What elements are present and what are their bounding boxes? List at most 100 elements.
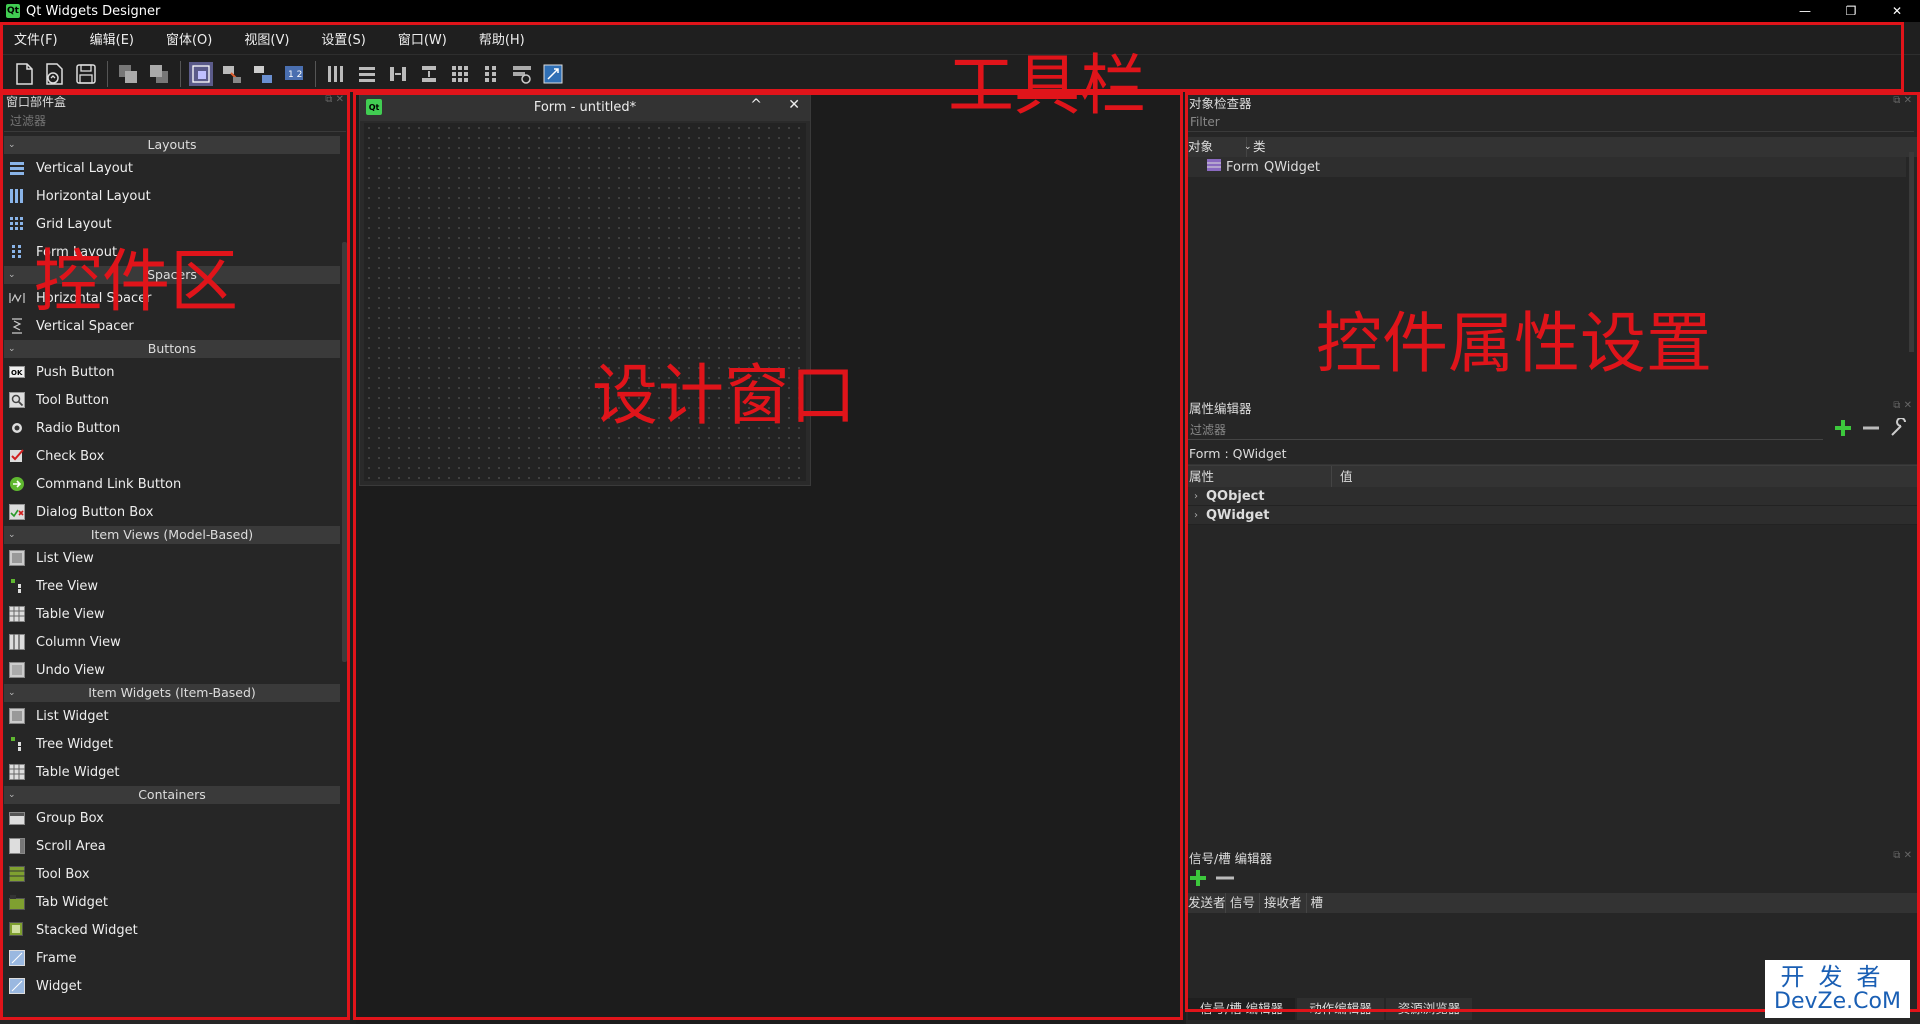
column-slot[interactable]: 槽 [1307, 893, 1328, 913]
widget-group-box[interactable]: Group Box [4, 804, 340, 832]
property-filter-input[interactable]: 过滤器 [1188, 420, 1823, 440]
dock-float-close-icon[interactable]: ⧉ ✕ [1893, 850, 1912, 861]
dialog-button-box-icon [8, 503, 26, 521]
widget-tool-box[interactable]: Tool Box [4, 860, 340, 888]
widget-frame[interactable]: Frame [4, 944, 340, 972]
category-label: Containers [138, 787, 206, 802]
widget-widget[interactable]: Widget [4, 972, 340, 1000]
chevron-down-icon: ⌄ [8, 530, 16, 540]
dock-float-close-icon[interactable]: ⧉ ✕ [1893, 400, 1912, 411]
tab-signal-slot-editor[interactable]: 信号/槽 编辑器 [1188, 998, 1296, 1020]
widget-undo-view[interactable]: Undo View [4, 656, 340, 684]
widget-check-box[interactable]: Check Box [4, 442, 340, 470]
open-form-icon[interactable] [43, 62, 67, 86]
category-spacers[interactable]: ⌄ Spacers [4, 266, 340, 284]
category-item-views[interactable]: ⌄ Item Views (Model-Based) [4, 526, 340, 544]
layout-horizontal-splitter-icon[interactable] [386, 62, 410, 86]
widget-command-link-button[interactable]: Command Link Button [4, 470, 340, 498]
menu-form[interactable]: 窗体(O) [166, 29, 212, 48]
widget-list-widget[interactable]: List Widget [4, 702, 340, 730]
layout-vertical-splitter-icon[interactable] [417, 62, 441, 86]
widget-push-button[interactable]: OK Push Button [4, 358, 340, 386]
remove-connection-icon[interactable] [1214, 868, 1236, 892]
column-value[interactable]: 值 [1332, 466, 1353, 487]
menu-bar: 文件(F) 编辑(E) 窗体(O) 视图(V) 设置(S) 窗口(W) 帮助(H… [0, 22, 1920, 54]
widget-grid-layout[interactable]: Grid Layout [4, 210, 340, 238]
maximize-button[interactable]: ❐ [1828, 0, 1874, 22]
form-canvas[interactable] [364, 123, 806, 481]
category-buttons[interactable]: ⌄ Buttons [4, 340, 340, 358]
widget-vertical-layout[interactable]: Vertical Layout [4, 154, 340, 182]
layout-grid-icon[interactable] [448, 62, 472, 86]
add-connection-icon[interactable] [1188, 868, 1208, 892]
widget-horizontal-layout[interactable]: Horizontal Layout [4, 182, 340, 210]
column-receiver[interactable]: 接收者 [1260, 893, 1307, 913]
edit-tab-order-icon[interactable]: 1 2 [282, 62, 306, 86]
category-layouts[interactable]: ⌄ Layouts [4, 136, 340, 154]
remove-property-icon[interactable] [1861, 418, 1881, 442]
property-group-qwidget[interactable]: › QWidget [1186, 506, 1920, 525]
menu-view[interactable]: 视图(V) [244, 29, 289, 48]
widget-radio-button[interactable]: Radio Button [4, 414, 340, 442]
widget-table-view[interactable]: Table View [4, 600, 340, 628]
menu-settings[interactable]: 设置(S) [321, 29, 365, 48]
column-object[interactable]: 对象 ⌄ [1186, 137, 1252, 157]
object-filter-input[interactable]: Filter [1188, 112, 1914, 132]
menu-file[interactable]: 文件(F) [14, 29, 58, 48]
widget-form-layout[interactable]: Form Layout [4, 238, 340, 266]
property-group-label: QObject [1206, 488, 1265, 504]
layout-horizontal-icon[interactable] [324, 62, 348, 86]
close-button[interactable]: ✕ [1874, 0, 1920, 22]
form-window[interactable]: Qt Form - untitled* ^ ✕ [359, 92, 811, 486]
minimize-button[interactable]: — [1782, 0, 1828, 22]
edit-widgets-icon[interactable] [189, 61, 213, 86]
widget-box-scrollbar[interactable] [342, 242, 347, 662]
close-icon[interactable]: ✕ [788, 97, 800, 113]
widget-tool-button[interactable]: Tool Button [4, 386, 340, 414]
send-to-back-icon[interactable] [116, 62, 140, 86]
column-property[interactable]: 属性 [1186, 466, 1332, 487]
dock-float-close-icon[interactable]: ⧉ ✕ [325, 94, 344, 105]
widget-list-view[interactable]: List View [4, 544, 340, 572]
new-form-icon[interactable] [12, 62, 36, 86]
configure-icon[interactable] [1889, 417, 1909, 442]
widget-filter-input[interactable] [10, 112, 340, 130]
widget-tree-view[interactable]: Tree View [4, 572, 340, 600]
menu-help[interactable]: 帮助(H) [479, 29, 525, 48]
adjust-size-icon[interactable] [541, 62, 565, 86]
tab-resource-browser[interactable]: 资源浏览器 [1385, 998, 1473, 1020]
collapse-icon[interactable]: ^ [750, 97, 762, 113]
bring-to-front-icon[interactable] [147, 62, 171, 86]
category-item-widgets[interactable]: ⌄ Item Widgets (Item-Based) [4, 684, 340, 702]
widget-tree-widget[interactable]: Tree Widget [4, 730, 340, 758]
widget-table-widget[interactable]: Table Widget [4, 758, 340, 786]
widget-dialog-button-box[interactable]: Dialog Button Box [4, 498, 340, 526]
widget-tab-widget[interactable]: Tab Widget [4, 888, 340, 916]
object-row-form[interactable]: Form QWidget [1186, 157, 1906, 177]
category-containers[interactable]: ⌄ Containers [4, 786, 340, 804]
layout-form-icon[interactable] [479, 62, 503, 86]
form-title-bar[interactable]: Qt Form - untitled* ^ ✕ [360, 93, 810, 121]
property-group-qobject[interactable]: › QObject [1186, 487, 1920, 506]
widget-stacked-widget[interactable]: Stacked Widget [4, 916, 340, 944]
edit-signals-slots-icon[interactable] [220, 62, 244, 86]
widget-column-view[interactable]: Column View [4, 628, 340, 656]
svg-text:OK: OK [11, 369, 23, 377]
object-inspector-header: 对象 ⌄ 类 [1186, 137, 1920, 157]
menu-window[interactable]: 窗口(W) [398, 29, 447, 48]
column-sender[interactable]: 发送者 [1186, 893, 1226, 913]
widget-horizontal-spacer[interactable]: Horizontal Spacer [4, 284, 340, 312]
widget-vertical-spacer[interactable]: Vertical Spacer [4, 312, 340, 340]
break-layout-icon[interactable] [510, 62, 534, 86]
menu-edit[interactable]: 编辑(E) [90, 29, 134, 48]
column-signal[interactable]: 信号 [1226, 893, 1261, 913]
object-inspector-scrollbar[interactable] [1909, 152, 1914, 352]
save-form-icon[interactable] [74, 62, 98, 86]
dock-float-close-icon[interactable]: ⧉ ✕ [1893, 95, 1912, 106]
tab-action-editor[interactable]: 动作编辑器 [1297, 998, 1384, 1020]
widget-scroll-area[interactable]: Scroll Area [4, 832, 340, 860]
column-class[interactable]: 类 [1246, 137, 1326, 157]
add-property-icon[interactable] [1833, 418, 1853, 442]
edit-buddies-icon[interactable] [251, 62, 275, 86]
layout-vertical-icon[interactable] [355, 62, 379, 86]
